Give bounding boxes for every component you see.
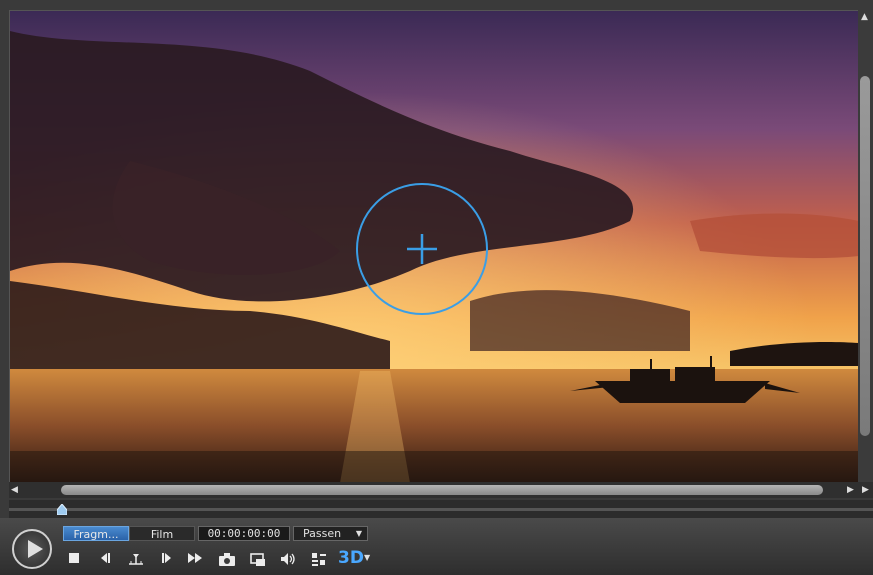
vertical-scrollbar[interactable]: ▲ [858,10,873,482]
volume-button[interactable] [279,551,299,569]
previous-frame-icon [101,553,110,563]
chevron-down-icon: ▼ [355,529,362,538]
scroll-right-arrow-icon[interactable]: ▶ [847,485,854,495]
3d-mode-button[interactable]: 3D [338,547,364,569]
fast-forward-button[interactable] [186,551,206,569]
fit-dropdown-label: Passen [303,527,342,540]
scroll-up-arrow-icon[interactable]: ▲ [861,12,868,22]
screen-mode-button[interactable] [248,551,268,569]
fast-forward-icon [188,553,202,563]
tab-fragment[interactable]: Fragm... [63,526,129,541]
split-clip-icon [129,554,143,565]
video-preview[interactable] [9,10,860,484]
next-frame-icon [162,553,171,563]
display-settings-icon [312,553,326,566]
stop-icon [69,553,79,563]
timeline-scrubber[interactable] [9,500,873,518]
sunset-image [10,11,859,483]
horizontal-scrollbar[interactable]: ◀ ▶ ▶ [9,482,873,498]
3d-dropdown-chevron-icon[interactable]: ▼ [364,553,370,562]
timeline-track [9,508,873,511]
scroll-left-arrow-icon[interactable]: ◀ [11,485,18,495]
horizontal-scroll-thumb[interactable] [61,485,823,495]
display-settings-button[interactable] [309,551,329,569]
scroll-end-arrow-icon[interactable]: ▶ [862,485,869,495]
next-frame-button[interactable] [157,551,177,569]
stop-button[interactable] [64,551,84,569]
snapshot-button[interactable] [217,551,237,569]
play-button[interactable] [12,529,52,569]
volume-icon [281,553,295,565]
player-controls: Fragm... Film 00:00:00:00 Passen ▼ 3D ▼ [0,518,873,575]
fit-dropdown[interactable]: Passen ▼ [293,526,368,541]
timecode-field[interactable]: 00:00:00:00 [198,526,290,541]
screen-mode-icon [250,553,265,566]
previous-frame-button[interactable] [95,551,115,569]
playhead-marker-icon[interactable] [57,504,67,515]
vertical-scroll-thumb[interactable] [860,76,870,436]
split-clip-button[interactable] [126,551,146,569]
tab-film[interactable]: Film [129,526,195,541]
camera-icon [219,553,235,566]
